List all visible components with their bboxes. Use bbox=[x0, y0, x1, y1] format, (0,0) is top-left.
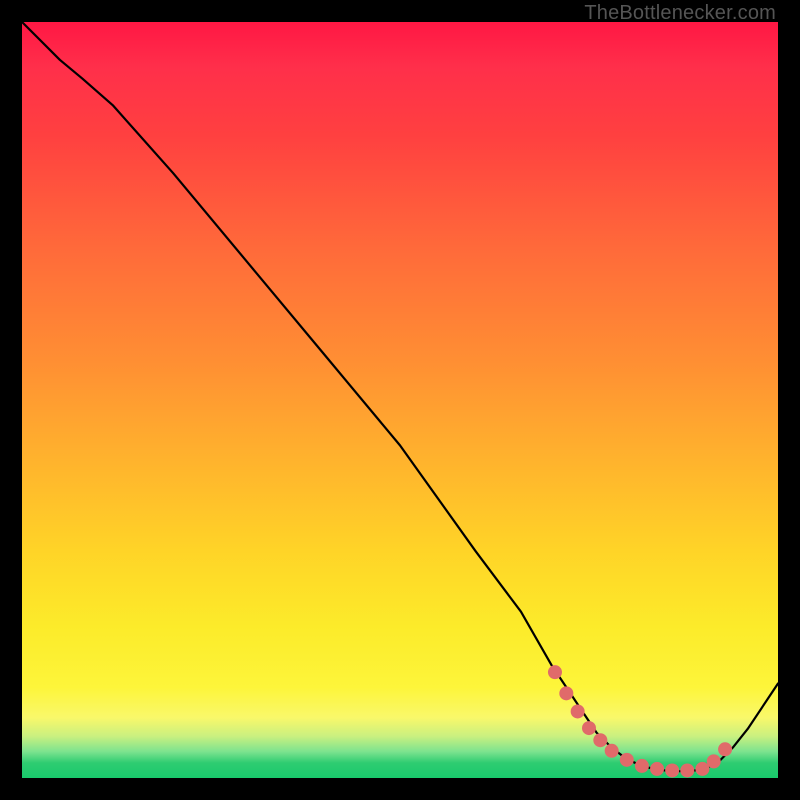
data-point bbox=[548, 665, 562, 679]
data-point bbox=[680, 763, 694, 777]
data-point bbox=[559, 686, 573, 700]
chart-svg bbox=[22, 22, 778, 778]
bottleneck-curve bbox=[22, 22, 778, 771]
data-point bbox=[718, 742, 732, 756]
data-point bbox=[635, 759, 649, 773]
data-point bbox=[665, 763, 679, 777]
data-point bbox=[571, 704, 585, 718]
chart-plot-area bbox=[22, 22, 778, 778]
data-point bbox=[620, 753, 634, 767]
data-points bbox=[548, 665, 732, 777]
data-point bbox=[593, 733, 607, 747]
data-point bbox=[605, 744, 619, 758]
chart-frame: TheBottlenecker.com bbox=[0, 0, 800, 800]
data-point bbox=[582, 721, 596, 735]
data-point bbox=[707, 754, 721, 768]
data-point bbox=[650, 762, 664, 776]
